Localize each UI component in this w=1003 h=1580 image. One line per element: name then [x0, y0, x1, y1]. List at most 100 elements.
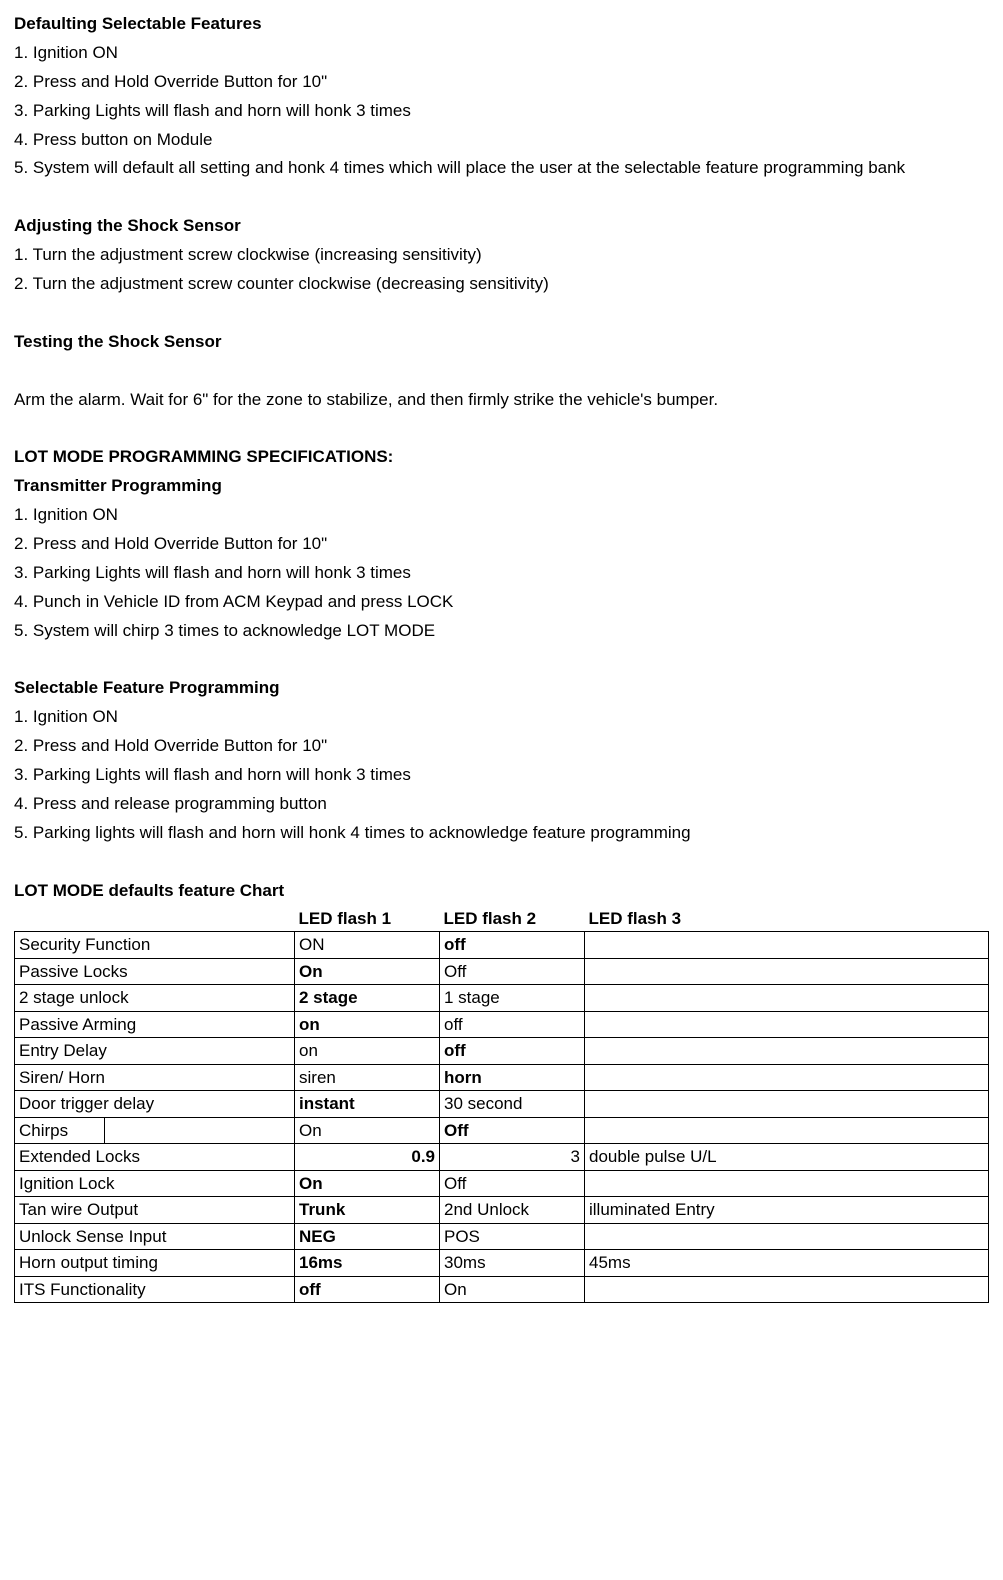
table-row: Passive Armingonoff: [15, 1011, 989, 1038]
cell-led1: siren: [295, 1064, 440, 1091]
table-row: Ignition LockOnOff: [15, 1170, 989, 1197]
cell-led2: Off: [440, 1117, 585, 1144]
row-label: Chirps: [15, 1117, 105, 1144]
defaulting-step-1: 1. Ignition ON: [14, 39, 989, 68]
th-blank: [15, 906, 295, 932]
cell-led2: 3: [440, 1144, 585, 1171]
adjusting-step-1: 1. Turn the adjustment screw clockwise (…: [14, 241, 989, 270]
selectable-step-2: 2. Press and Hold Override Button for 10…: [14, 732, 989, 761]
defaulting-step-2: 2. Press and Hold Override Button for 10…: [14, 68, 989, 97]
adjusting-step-2: 2. Turn the adjustment screw counter clo…: [14, 270, 989, 299]
cell-led1: 16ms: [295, 1250, 440, 1277]
table-row: Tan wire OutputTrunk2nd Unlockilluminate…: [15, 1197, 989, 1224]
cell-led3: [585, 1064, 989, 1091]
table-row: Passive LocksOnOff: [15, 958, 989, 985]
cell-led2: 30ms: [440, 1250, 585, 1277]
row-label: Unlock Sense Input: [15, 1223, 295, 1250]
table-row: Siren/ Hornsirenhorn: [15, 1064, 989, 1091]
th-led2: LED flash 2: [440, 906, 585, 932]
row-label: Siren/ Horn: [15, 1064, 295, 1091]
selectable-step-3: 3. Parking Lights will flash and horn wi…: [14, 761, 989, 790]
cell-led1: On: [295, 1170, 440, 1197]
cell-led3: double pulse U/L: [585, 1144, 989, 1171]
row-label: Door trigger delay: [15, 1091, 295, 1118]
row-label: Tan wire Output: [15, 1197, 295, 1224]
cell-led3: [585, 958, 989, 985]
table-row: ITS FunctionalityoffOn: [15, 1276, 989, 1303]
row-label-b: [105, 1117, 295, 1144]
defaulting-step-3: 3. Parking Lights will flash and horn wi…: [14, 97, 989, 126]
cell-led1: 2 stage: [295, 985, 440, 1012]
cell-led2: POS: [440, 1223, 585, 1250]
cell-led1: on: [295, 1011, 440, 1038]
cell-led2: off: [440, 1011, 585, 1038]
cell-led2: Off: [440, 958, 585, 985]
transmitter-step-1: 1. Ignition ON: [14, 501, 989, 530]
cell-led1: Trunk: [295, 1197, 440, 1224]
heading-transmitter: Transmitter Programming: [14, 472, 989, 501]
row-label: 2 stage unlock: [15, 985, 295, 1012]
cell-led3: 45ms: [585, 1250, 989, 1277]
heading-adjusting: Adjusting the Shock Sensor: [14, 212, 989, 241]
cell-led3: [585, 1038, 989, 1065]
row-label: Passive Arming: [15, 1011, 295, 1038]
cell-led1: instant: [295, 1091, 440, 1118]
cell-led3: [585, 932, 989, 959]
cell-led3: [585, 1170, 989, 1197]
transmitter-step-2: 2. Press and Hold Override Button for 10…: [14, 530, 989, 559]
heading-selectable: Selectable Feature Programming: [14, 674, 989, 703]
cell-led2: 30 second: [440, 1091, 585, 1118]
cell-led2: off: [440, 1038, 585, 1065]
cell-led2: 1 stage: [440, 985, 585, 1012]
cell-led1: off: [295, 1276, 440, 1303]
row-label: Security Function: [15, 932, 295, 959]
testing-body: Arm the alarm. Wait for 6" for the zone …: [14, 386, 989, 415]
cell-led2: On: [440, 1276, 585, 1303]
table-row: Entry Delayonoff: [15, 1038, 989, 1065]
cell-led3: [585, 1223, 989, 1250]
defaulting-step-4: 4. Press button on Module: [14, 126, 989, 155]
heading-lotmode-spec: LOT MODE PROGRAMMING SPECIFICATIONS:: [14, 443, 989, 472]
cell-led2: 2nd Unlock: [440, 1197, 585, 1224]
cell-led1: ON: [295, 932, 440, 959]
cell-led1: 0.9: [295, 1144, 440, 1171]
cell-led2: Off: [440, 1170, 585, 1197]
transmitter-step-4: 4. Punch in Vehicle ID from ACM Keypad a…: [14, 588, 989, 617]
table-row: Horn output timing16ms30ms45ms: [15, 1250, 989, 1277]
cell-led3: [585, 1011, 989, 1038]
cell-led3: [585, 985, 989, 1012]
table-row: 2 stage unlock2 stage1 stage: [15, 985, 989, 1012]
transmitter-step-3: 3. Parking Lights will flash and horn wi…: [14, 559, 989, 588]
table-row: Unlock Sense InputNEGPOS: [15, 1223, 989, 1250]
heading-chart: LOT MODE defaults feature Chart: [14, 877, 989, 906]
table-row: Door trigger delayinstant30 second: [15, 1091, 989, 1118]
row-label: ITS Functionality: [15, 1276, 295, 1303]
cell-led2: off: [440, 932, 585, 959]
selectable-step-4: 4. Press and release programming button: [14, 790, 989, 819]
table-row: Extended Locks0.93double pulse U/L: [15, 1144, 989, 1171]
selectable-step-1: 1. Ignition ON: [14, 703, 989, 732]
row-label: Passive Locks: [15, 958, 295, 985]
th-led1: LED flash 1: [295, 906, 440, 932]
cell-led3: illuminated Entry: [585, 1197, 989, 1224]
cell-led2: horn: [440, 1064, 585, 1091]
cell-led1: On: [295, 958, 440, 985]
heading-defaulting: Defaulting Selectable Features: [14, 10, 989, 39]
table-header-row: LED flash 1 LED flash 2 LED flash 3: [15, 906, 989, 932]
table-row: Security FunctionONoff: [15, 932, 989, 959]
row-label: Extended Locks: [15, 1144, 295, 1171]
table-row: Chirps OnOff: [15, 1117, 989, 1144]
selectable-step-5: 5. Parking lights will flash and horn wi…: [14, 819, 989, 848]
transmitter-step-5: 5. System will chirp 3 times to acknowle…: [14, 617, 989, 646]
row-label: Entry Delay: [15, 1038, 295, 1065]
row-label: Horn output timing: [15, 1250, 295, 1277]
cell-led1: on: [295, 1038, 440, 1065]
cell-led1: On: [295, 1117, 440, 1144]
th-led3: LED flash 3: [585, 906, 989, 932]
row-label: Ignition Lock: [15, 1170, 295, 1197]
heading-testing: Testing the Shock Sensor: [14, 328, 989, 357]
cell-led3: [585, 1276, 989, 1303]
feature-chart-table: LED flash 1 LED flash 2 LED flash 3 Secu…: [14, 906, 989, 1304]
cell-led3: [585, 1117, 989, 1144]
defaulting-step-5: 5. System will default all setting and h…: [14, 154, 989, 183]
